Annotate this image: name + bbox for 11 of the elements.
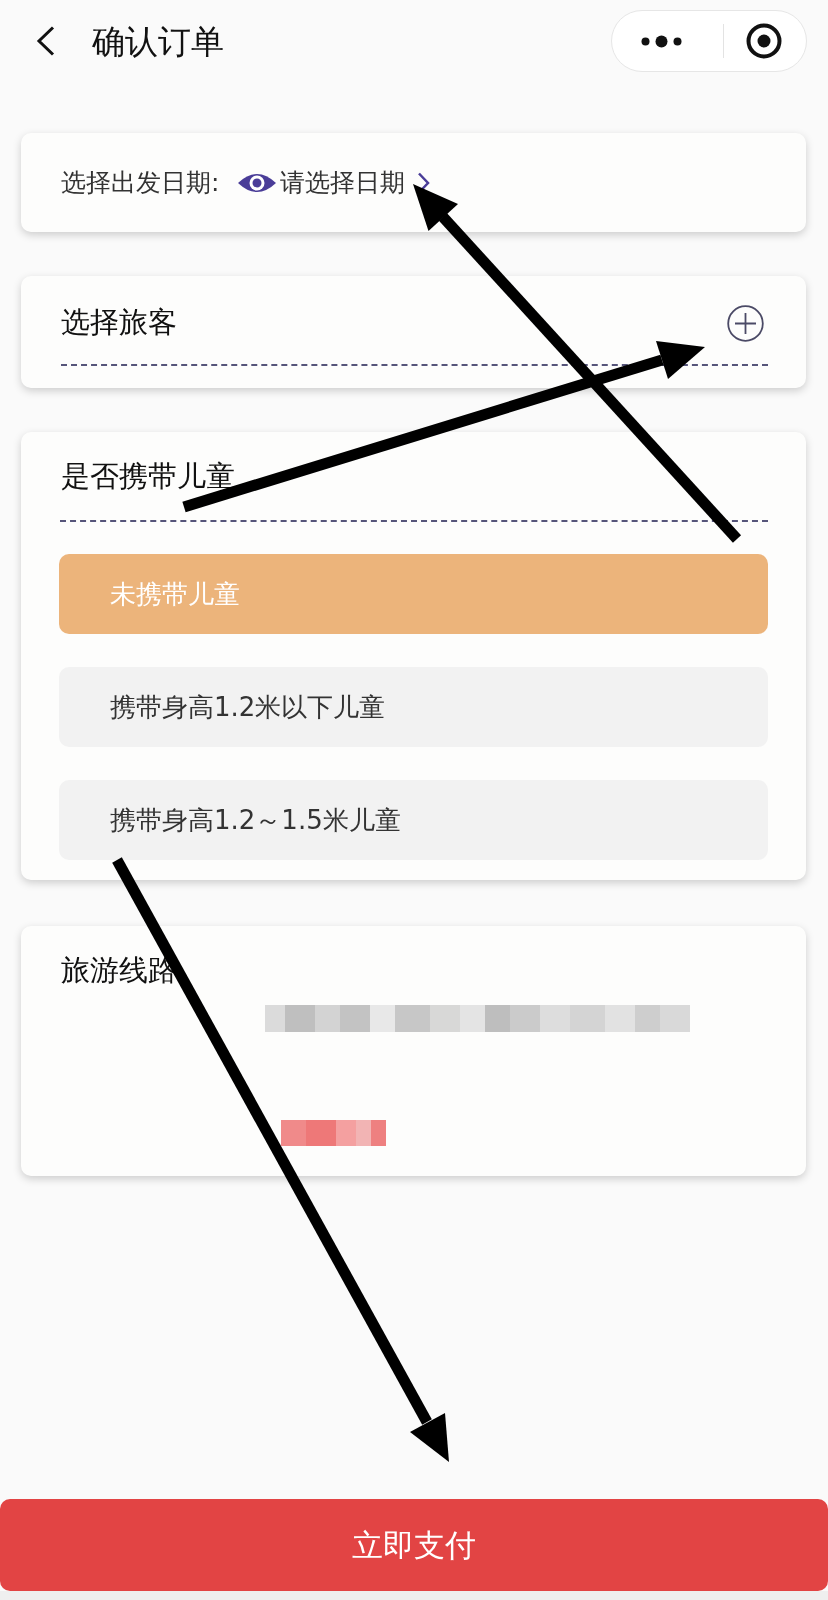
pay-button[interactable]: 立即支付	[0, 1499, 828, 1591]
section-title: 选择旅客	[61, 304, 177, 342]
child-option[interactable]: 携带身高1.2米以下儿童	[59, 667, 768, 747]
add-circle-icon[interactable]	[727, 304, 764, 342]
more-icon[interactable]	[641, 34, 682, 48]
child-option[interactable]: 携带身高1.2～1.5米儿童	[59, 780, 768, 860]
back-icon[interactable]	[36, 26, 56, 56]
date-label: 选择出发日期:	[61, 166, 220, 199]
section-title: 是否携带儿童	[61, 458, 235, 496]
target-icon[interactable]	[746, 23, 782, 59]
page-title: 确认订单	[92, 24, 224, 58]
